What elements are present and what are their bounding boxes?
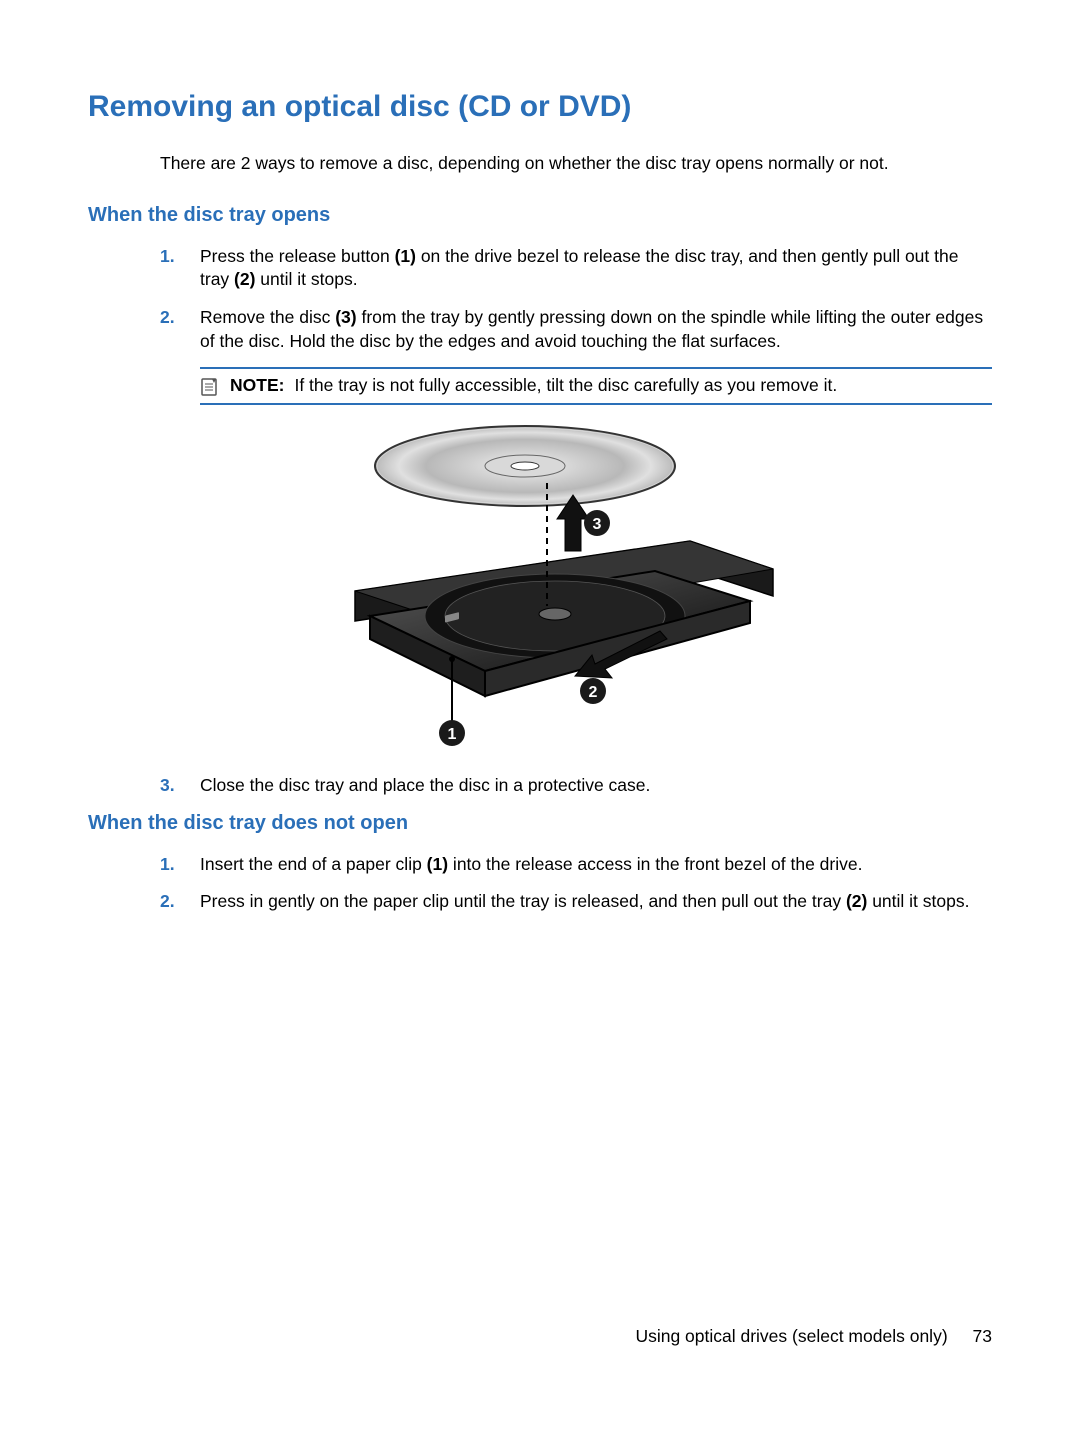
note-icon: [200, 377, 220, 397]
footer-section: Using optical drives (select models only…: [635, 1326, 947, 1346]
text-fragment: until it stops.: [867, 891, 969, 911]
list-number: 3.: [160, 774, 200, 798]
page-number: 73: [973, 1326, 992, 1346]
text-fragment: into the release access in the front bez…: [448, 854, 862, 874]
list-number: 2.: [160, 890, 200, 914]
list-number: 1.: [160, 853, 200, 877]
list-section-1b: 3. Close the disc tray and place the dis…: [160, 774, 992, 798]
list-section-1a: 1. Press the release button (1) on the d…: [160, 245, 992, 354]
callout-ref: (1): [427, 854, 448, 874]
list-item: 1. Insert the end of a paper clip (1) in…: [160, 853, 992, 877]
note-label: NOTE:: [230, 375, 284, 395]
list-item: 1. Press the release button (1) on the d…: [160, 245, 992, 292]
callout-ref: (2): [846, 891, 867, 911]
list-text: Press in gently on the paper clip until …: [200, 890, 992, 914]
figure-disc-removal: 1 2 3: [88, 421, 992, 756]
list-text: Insert the end of a paper clip (1) into …: [200, 853, 992, 877]
heading-main: Removing an optical disc (CD or DVD): [88, 90, 992, 124]
text-fragment: Press the release button: [200, 246, 395, 266]
callout-ref: (1): [395, 246, 416, 266]
text-fragment: Press in gently on the paper clip until …: [200, 891, 846, 911]
intro-text: There are 2 ways to remove a disc, depen…: [160, 152, 992, 176]
text-fragment: Insert the end of a paper clip: [200, 854, 427, 874]
disc-tray-illustration: 1 2 3: [295, 421, 785, 751]
callout-ref: (3): [335, 307, 356, 327]
list-text: Press the release button (1) on the driv…: [200, 245, 992, 292]
note-content: NOTE: If the tray is not fully accessible…: [230, 375, 837, 396]
note-box: NOTE: If the tray is not fully accessible…: [200, 367, 992, 405]
text-fragment: Remove the disc: [200, 307, 335, 327]
list-section-2: 1. Insert the end of a paper clip (1) in…: [160, 853, 992, 914]
list-item: 2. Remove the disc (3) from the tray by …: [160, 306, 992, 353]
page-footer: Using optical drives (select models only…: [635, 1326, 992, 1347]
list-text: Remove the disc (3) from the tray by gen…: [200, 306, 992, 353]
list-item: 3. Close the disc tray and place the dis…: [160, 774, 992, 798]
callout-ref: (2): [234, 269, 255, 289]
callout-3-label: 3: [593, 516, 602, 533]
text-fragment: until it stops.: [255, 269, 357, 289]
callout-1-label: 1: [448, 726, 457, 743]
callout-2-label: 2: [589, 684, 598, 701]
list-number: 2.: [160, 306, 200, 353]
list-item: 2. Press in gently on the paper clip unt…: [160, 890, 992, 914]
list-number: 1.: [160, 245, 200, 292]
note-text: If the tray is not fully accessible, til…: [294, 375, 837, 395]
heading-section-2: When the disc tray does not open: [88, 812, 992, 835]
list-text: Close the disc tray and place the disc i…: [200, 774, 992, 798]
heading-section-1: When the disc tray opens: [88, 204, 992, 227]
